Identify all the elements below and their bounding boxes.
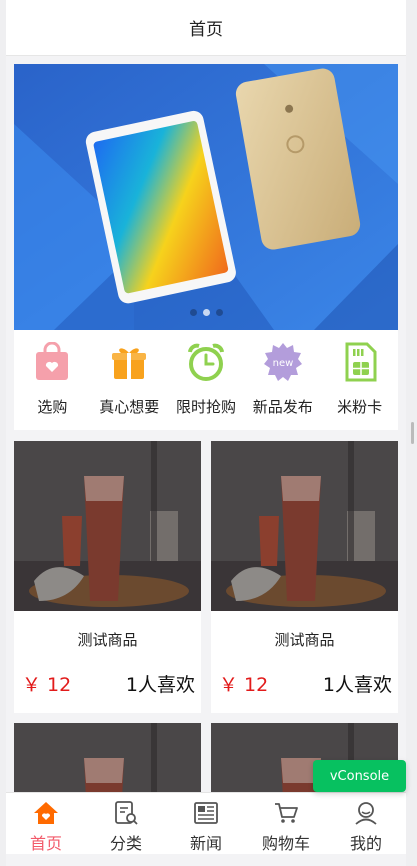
tab-mine[interactable]: 我的	[326, 793, 406, 854]
goods-title: 测试商品	[274, 631, 335, 649]
new-badge-icon: new	[263, 342, 303, 382]
quick-nav-label: 选购	[37, 398, 68, 416]
user-icon	[352, 799, 380, 827]
goods-likes: 1人喜欢	[322, 673, 392, 696]
carousel-dot[interactable]	[202, 309, 210, 316]
alarm-clock-icon	[186, 342, 226, 382]
shopping-bag-icon	[32, 342, 72, 382]
quick-nav-item-new-release[interactable]: new 新品发布	[244, 330, 321, 430]
gift-icon	[109, 342, 149, 382]
quick-nav-item-sim-card[interactable]: 米粉卡	[321, 330, 398, 430]
quick-nav-label: 新品发布	[252, 398, 313, 416]
tab-label: 首页	[29, 834, 62, 853]
tab-label: 购物车	[261, 834, 310, 853]
tab-home[interactable]: 首页	[6, 793, 86, 854]
tab-label: 新闻	[189, 834, 222, 853]
sim-card-icon	[340, 342, 380, 382]
page-title: 首页	[189, 20, 223, 40]
tab-bar: 首页 分类 新闻 购物车 我的	[6, 792, 406, 854]
goods-title: 测试商品	[77, 631, 138, 649]
goods-price: ￥ 12	[219, 673, 269, 696]
header: 首页	[6, 0, 406, 56]
home-icon	[32, 799, 60, 827]
goods-meta: ￥ 12 1人喜欢	[211, 669, 398, 697]
tab-category[interactable]: 分类	[86, 793, 166, 854]
category-search-icon	[112, 799, 140, 827]
quick-nav-item-shop[interactable]: 选购	[14, 330, 91, 430]
goods-price: ￥ 12	[22, 673, 72, 696]
tab-label: 我的	[349, 834, 382, 853]
goods-meta: ￥ 12 1人喜欢	[14, 669, 201, 697]
carousel-dot[interactable]	[189, 309, 197, 316]
goods-image	[211, 441, 398, 611]
goods-image	[14, 441, 201, 611]
scrollbar-thumb[interactable]	[411, 422, 414, 444]
goods-card[interactable]: 测试商品 ￥ 12 1人喜欢	[14, 441, 201, 713]
page: 首页 选购 真心想要 限时抢购 new 新品发布 米粉卡 测试商品 ￥ 12 1…	[6, 0, 406, 866]
quick-nav-item-wishlist[interactable]: 真心想要	[91, 330, 168, 430]
carousel-indicators	[14, 309, 398, 316]
tab-cart[interactable]: 购物车	[246, 793, 326, 854]
banner-carousel[interactable]	[14, 64, 398, 330]
quick-nav-item-flash-sale[interactable]: 限时抢购	[168, 330, 245, 430]
newspaper-icon	[192, 799, 220, 827]
banner-image	[14, 64, 398, 330]
bottom-strip	[6, 854, 406, 866]
tab-news[interactable]: 新闻	[166, 793, 246, 854]
goods-likes: 1人喜欢	[125, 673, 195, 696]
quick-nav-label: 真心想要	[99, 398, 160, 416]
quick-nav: 选购 真心想要 限时抢购 new 新品发布 米粉卡	[14, 330, 398, 430]
quick-nav-label: 限时抢购	[175, 398, 236, 416]
carousel-dot[interactable]	[215, 309, 223, 316]
cart-icon	[272, 799, 300, 827]
svg-text:new: new	[272, 358, 293, 369]
quick-nav-label: 米粉卡	[337, 398, 383, 416]
tab-label: 分类	[109, 834, 142, 853]
goods-card[interactable]: 测试商品 ￥ 12 1人喜欢	[211, 441, 398, 713]
vconsole-button[interactable]: vConsole	[313, 760, 406, 792]
